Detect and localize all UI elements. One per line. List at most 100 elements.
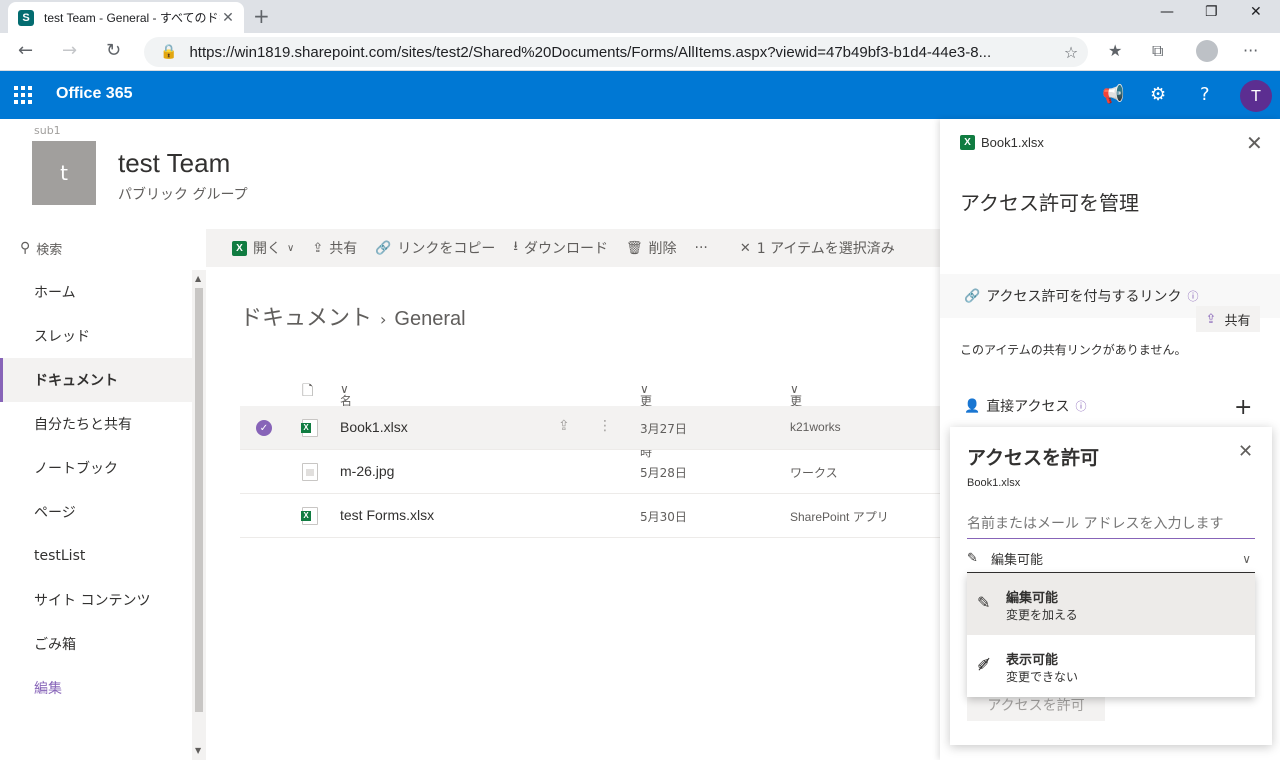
left-nav: ホーム スレッド ドキュメント 自分たちと共有 ノートブック ページ testL… — [0, 270, 192, 710]
copy-link-label: リンクをコピー — [397, 241, 496, 257]
file-name[interactable]: test Forms.xlsx — [340, 507, 434, 523]
grant-title: アクセスを許可 — [967, 447, 1100, 469]
nav-item-home[interactable]: ホーム — [0, 270, 192, 314]
nav-item-recycle-bin[interactable]: ごみ箱 — [0, 622, 192, 666]
excel-file-icon — [301, 419, 318, 437]
checkmark-icon[interactable]: ✓ — [256, 420, 272, 436]
profile-icon[interactable] — [1196, 40, 1218, 62]
star-icon[interactable]: ☆ — [1054, 43, 1088, 62]
nav-item-site-contents[interactable]: サイト コンテンツ — [0, 578, 192, 622]
file-name[interactable]: m-26.jpg — [340, 463, 394, 479]
column-name[interactable]: 名前 ∨ — [340, 382, 352, 425]
avatar[interactable]: T — [1240, 80, 1272, 112]
close-panel-icon[interactable]: ✕ — [1246, 131, 1263, 155]
option-can-view[interactable]: ✐̸ 表示可能 変更できない — [967, 635, 1255, 697]
forward-icon[interactable]: → — [62, 40, 77, 61]
scroll-down-icon[interactable]: ▼ — [195, 746, 201, 755]
info-icon[interactable]: ⓘ — [1188, 288, 1199, 304]
panel-share-button[interactable]: ⇪ 共有 — [1196, 306, 1260, 332]
share-button[interactable]: ⇪ 共有 — [312, 238, 357, 258]
direct-access-section: 👤 直接アクセス ⓘ — [940, 384, 1280, 428]
direct-access-label: 直接アクセス — [986, 399, 1070, 415]
open-label: 開く — [253, 241, 281, 257]
modified-by[interactable]: ワークス — [790, 464, 838, 481]
table-row[interactable]: ✓ Book1.xlsx ⇪ ⋮ 3月27日 k21works — [240, 406, 940, 450]
close-icon[interactable]: ✕ — [1238, 441, 1253, 462]
gear-icon[interactable]: ⚙ — [1150, 84, 1166, 105]
suite-bar: Office 365 📢 ⚙ ? T — [0, 71, 1280, 119]
share-icon: ⇪ — [312, 240, 324, 256]
app-launcher-icon[interactable] — [14, 86, 32, 104]
command-bar: X 開く ∨ ⇪ 共有 🔗 リンクをコピー ⭳ ダウンロード 🗑 削除 ··· … — [206, 229, 940, 267]
more-commands-button[interactable]: ··· — [695, 240, 708, 256]
table-row[interactable]: test Forms.xlsx 5月30日 SharePoint アプリ — [240, 494, 940, 538]
megaphone-icon[interactable]: 📢 — [1102, 84, 1124, 105]
excel-icon: X — [232, 240, 247, 256]
site-path[interactable]: sub1 — [34, 124, 61, 137]
more-vertical-icon[interactable]: ⋮ — [598, 418, 612, 434]
minimize-icon[interactable]: — — [1160, 4, 1174, 20]
permission-dropdown[interactable]: ✎ 編集可能 ∨ — [967, 545, 1255, 573]
scrollbar-thumb[interactable] — [195, 288, 203, 712]
download-button[interactable]: ⭳ ダウンロード — [513, 237, 608, 259]
close-window-icon[interactable]: ✕ — [1250, 4, 1262, 20]
back-icon[interactable]: ← — [18, 40, 33, 61]
restore-icon[interactable]: ❐ — [1205, 4, 1218, 20]
add-access-icon[interactable]: + — [1234, 395, 1252, 420]
nav-edit-link[interactable]: 編集 — [0, 666, 192, 710]
file-name[interactable]: Book1.xlsx — [340, 419, 408, 435]
column-modified-by[interactable]: 更新者 ∨ — [790, 382, 802, 442]
download-label: ダウンロード — [523, 241, 608, 257]
share-icon[interactable]: ⇪ — [558, 418, 570, 434]
favorites-icon[interactable]: ★ — [1108, 41, 1122, 60]
file-type-icon[interactable]: 🗋 — [302, 380, 313, 404]
close-tab-icon[interactable]: ✕ — [220, 10, 236, 26]
option-can-edit[interactable]: ✎ 編集可能 変更を加える — [967, 573, 1255, 635]
close-icon: ✕ — [739, 240, 751, 256]
site-title[interactable]: test Team — [118, 148, 230, 179]
delete-button[interactable]: 🗑 削除 — [626, 238, 677, 258]
scroll-up-icon[interactable]: ▲ — [195, 274, 201, 283]
nav-item-threads[interactable]: スレッド — [0, 314, 192, 358]
people-picker-input[interactable] — [967, 509, 1255, 539]
breadcrumb-current: General — [394, 308, 466, 330]
nav-scrollbar[interactable]: ▲ ▼ — [192, 270, 206, 760]
lock-icon: 🔒 — [160, 44, 178, 60]
column-modified[interactable]: 更新日時 ∨ — [640, 382, 652, 459]
copy-link-button[interactable]: 🔗 リンクをコピー — [375, 238, 495, 258]
pencil-icon: ✎ — [977, 593, 991, 612]
option-description: 変更を加える — [1006, 608, 1078, 622]
search-box[interactable]: ⚲ 検索 — [0, 229, 206, 267]
modified-by[interactable]: SharePoint アプリ — [790, 508, 889, 525]
browser-tab[interactable]: S test Team - General - すべてのドキュ ✕ — [8, 2, 244, 33]
panel-share-label: 共有 — [1224, 313, 1251, 329]
nav-item-pages[interactable]: ページ — [0, 490, 192, 534]
nav-item-notebook[interactable]: ノートブック — [0, 446, 192, 490]
table-row[interactable]: m-26.jpg 5月28日 ワークス — [240, 450, 940, 494]
nav-item-shared[interactable]: 自分たちと共有 — [0, 402, 192, 446]
info-icon[interactable]: ⓘ — [1076, 398, 1087, 414]
site-subtitle: パブリック グループ — [118, 187, 248, 203]
url-text[interactable]: https://win1819.sharepoint.com/sites/tes… — [189, 44, 1054, 61]
site-logo[interactable]: t — [32, 141, 96, 205]
option-description: 変更できない — [1006, 670, 1079, 684]
permission-value: 編集可能 — [991, 553, 1044, 568]
breadcrumb-root[interactable]: ドキュメント — [240, 300, 372, 332]
collections-icon[interactable]: ⧉ — [1152, 41, 1163, 61]
menu-icon[interactable]: ··· — [1243, 41, 1258, 60]
reload-icon[interactable]: ↻ — [106, 40, 121, 61]
breadcrumb: ドキュメント › General — [240, 300, 466, 332]
selection-indicator[interactable]: ✕ 1 アイテムを選択済み — [740, 238, 895, 258]
address-bar[interactable]: 🔒 https://win1819.sharepoint.com/sites/t… — [144, 37, 1088, 67]
selection-label: 1 アイテムを選択済み — [756, 241, 895, 257]
suite-brand[interactable]: Office 365 — [56, 85, 132, 103]
nav-item-documents[interactable]: ドキュメント — [0, 358, 192, 402]
permission-options: ✎ 編集可能 変更を加える ✐̸ 表示可能 変更できない — [967, 573, 1255, 697]
new-tab-icon[interactable]: + — [253, 4, 270, 28]
open-button[interactable]: X 開く ∨ — [232, 238, 294, 258]
excel-icon: X — [960, 135, 975, 150]
share-label: 共有 — [329, 241, 358, 257]
nav-item-testlist[interactable]: testList — [0, 534, 192, 578]
modified-by[interactable]: k21works — [790, 420, 841, 434]
help-icon[interactable]: ? — [1200, 84, 1210, 105]
